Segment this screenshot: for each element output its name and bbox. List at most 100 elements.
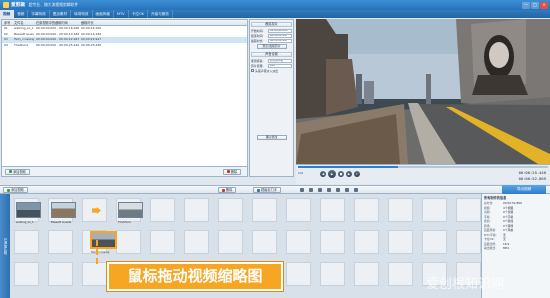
storyboard-slot[interactable] xyxy=(388,262,413,286)
tab-transition[interactable]: 转场特效 xyxy=(71,10,93,18)
tab-mtv[interactable]: MTV xyxy=(114,10,129,18)
storyboard-slot[interactable] xyxy=(354,262,379,286)
fade-checkbox[interactable] xyxy=(251,69,254,72)
clip-settings-panel: 裁剪原片 开始时间: 00:00:00.000 结束时间: 00:00:22.9… xyxy=(249,19,294,177)
col-length[interactable]: 截取时长 xyxy=(79,20,105,25)
maximize-button[interactable]: □ xyxy=(531,1,539,9)
main-tabs: 视频 音频 字幕特效 叠加素材 转场特效 画面风格 MTV 卡拉OK 升级与服务 xyxy=(0,10,550,18)
tab-karaoke[interactable]: 卡拉OK xyxy=(129,10,149,18)
player-controls: 00:00:25.440 00:00:52.869 1/4 ◀ ▶ ■ ▶ ♪ xyxy=(296,164,550,184)
storyboard-slot[interactable] xyxy=(320,262,345,286)
preview-clip-button[interactable]: 预览/截取原片 xyxy=(256,44,287,49)
storyboard-slot[interactable] xyxy=(320,198,345,222)
tab-video[interactable]: 视频 xyxy=(0,10,15,18)
storyboard-slot[interactable] xyxy=(388,230,413,254)
stop-icon[interactable]: ■ xyxy=(338,171,344,177)
start-time-field[interactable]: 00:00:00.000 xyxy=(268,28,292,33)
add-clip-button[interactable]: 添加视频 xyxy=(3,187,28,193)
paste-icon[interactable] xyxy=(345,188,349,192)
table-row[interactable]: 04 TheShore 00:00:00.000 - 00:00:25.440 … xyxy=(2,43,247,49)
storyboard-slot[interactable] xyxy=(422,198,447,222)
storyboard-slot[interactable] xyxy=(218,230,243,254)
storyboard-slot[interactable] xyxy=(286,262,311,286)
redo-icon[interactable] xyxy=(309,188,313,192)
storyboard-slot[interactable] xyxy=(354,230,379,254)
end-time-field[interactable]: 00:00:22.947 xyxy=(268,33,292,38)
close-button[interactable]: × xyxy=(540,1,548,9)
col-range[interactable]: 在原视频中的截取时间 xyxy=(34,20,79,25)
storyboard-toolbar: 添加视频 删除 超级剪刀手 xyxy=(0,185,550,194)
share-icon[interactable] xyxy=(354,188,358,192)
storyboard-slot[interactable] xyxy=(48,262,73,286)
tab-audio[interactable]: 音频 xyxy=(14,10,29,18)
audio-track-label: 使用音轨: xyxy=(251,58,264,63)
storyboard-slot[interactable] xyxy=(150,198,175,222)
save-icon[interactable] xyxy=(327,188,331,192)
storyboard-slot[interactable] xyxy=(286,230,311,254)
seek-bar[interactable] xyxy=(298,166,548,168)
copy-icon[interactable] xyxy=(336,188,340,192)
storyboard-slot[interactable] xyxy=(456,198,481,222)
zoom-level[interactable]: 1/4 xyxy=(298,171,303,175)
minimize-button[interactable]: — xyxy=(522,1,530,9)
col-filename[interactable]: 文件名 xyxy=(12,20,34,25)
plus-icon xyxy=(9,170,12,173)
scissors-icon xyxy=(257,188,260,192)
storyboard-slot[interactable] xyxy=(320,230,345,254)
delete-button[interactable]: 删除 xyxy=(222,168,242,175)
sound-section-header: 声音设置 xyxy=(251,52,292,57)
tab-upgrade[interactable]: 升级与服务 xyxy=(148,10,173,18)
total-time: 00:00:52.869 xyxy=(518,176,546,181)
add-video-button[interactable]: 添加视频 xyxy=(5,168,30,175)
storyboard-slot[interactable] xyxy=(48,230,73,254)
audio-track-select[interactable]: 原片原声轨 xyxy=(268,58,292,63)
storyboard-slot[interactable] xyxy=(82,262,107,286)
play-icon[interactable]: ▶ xyxy=(328,170,336,178)
clip-thumbnail[interactable] xyxy=(51,202,76,218)
row-number: 04 xyxy=(4,42,8,47)
storyboard-slot[interactable] xyxy=(252,198,277,222)
watermark: 爱创根知识网 xyxy=(426,277,505,292)
storyboard-slot[interactable] xyxy=(150,230,175,254)
folder-icon[interactable] xyxy=(318,188,322,192)
volume-field[interactable]: 100 xyxy=(268,63,292,68)
list-button-bar: 添加视频 删除 xyxy=(2,166,247,176)
storyboard-label: 已添加片段 xyxy=(0,194,10,298)
current-time: 00:00:25.440 xyxy=(518,170,546,175)
storyboard-slot[interactable] xyxy=(354,198,379,222)
clip-thumbnail[interactable] xyxy=(118,202,143,218)
tab-overlay[interactable]: 叠加素材 xyxy=(50,10,72,18)
volume-icon[interactable]: ♪ xyxy=(354,171,360,177)
next-frame-icon[interactable]: ▶ xyxy=(346,171,352,177)
length-label: 截取时长: xyxy=(251,38,264,43)
storyboard-slot[interactable] xyxy=(252,230,277,254)
app-name: 爱剪辑 xyxy=(11,3,25,8)
storyboard-slot[interactable] xyxy=(218,198,243,222)
tab-style[interactable]: 画面风格 xyxy=(93,10,114,18)
storyboard-slot[interactable] xyxy=(14,262,39,286)
storyboard-slot[interactable] xyxy=(456,230,481,254)
export-video-button[interactable]: 导出视频 xyxy=(502,185,546,194)
storyboard-slot[interactable] xyxy=(184,230,209,254)
apply-changes-button[interactable]: 确认修改 xyxy=(256,135,287,140)
col-number[interactable]: 序号 xyxy=(2,20,12,25)
video-preview[interactable] xyxy=(296,19,550,164)
length-field[interactable]: 00:00:22.947 xyxy=(268,38,292,43)
storyboard-slot[interactable] xyxy=(116,230,141,254)
scissors-button[interactable]: 超级剪刀手 xyxy=(253,187,281,193)
prev-frame-icon[interactable]: ◀ xyxy=(320,171,326,177)
storyboard-slot[interactable] xyxy=(184,198,209,222)
storyboard-slot[interactable] xyxy=(286,198,311,222)
storyboard-slot[interactable] xyxy=(422,230,447,254)
remove-clip-label: 删除 xyxy=(226,188,233,192)
undo-icon[interactable] xyxy=(300,188,304,192)
fade-label: 头尾声音淡入淡出 xyxy=(255,68,279,73)
storyboard-slot[interactable] xyxy=(388,198,413,222)
tab-subtitle[interactable]: 字幕特效 xyxy=(28,10,50,18)
storyboard-slot[interactable] xyxy=(14,230,39,254)
volume-label: 原片音量: xyxy=(251,63,264,68)
remove-clip-button[interactable]: 删除 xyxy=(218,187,237,193)
info-header: 所有制作的信息 xyxy=(484,196,507,200)
clip-thumbnail[interactable] xyxy=(16,202,41,218)
clip-caption: TheShore xyxy=(118,220,131,224)
